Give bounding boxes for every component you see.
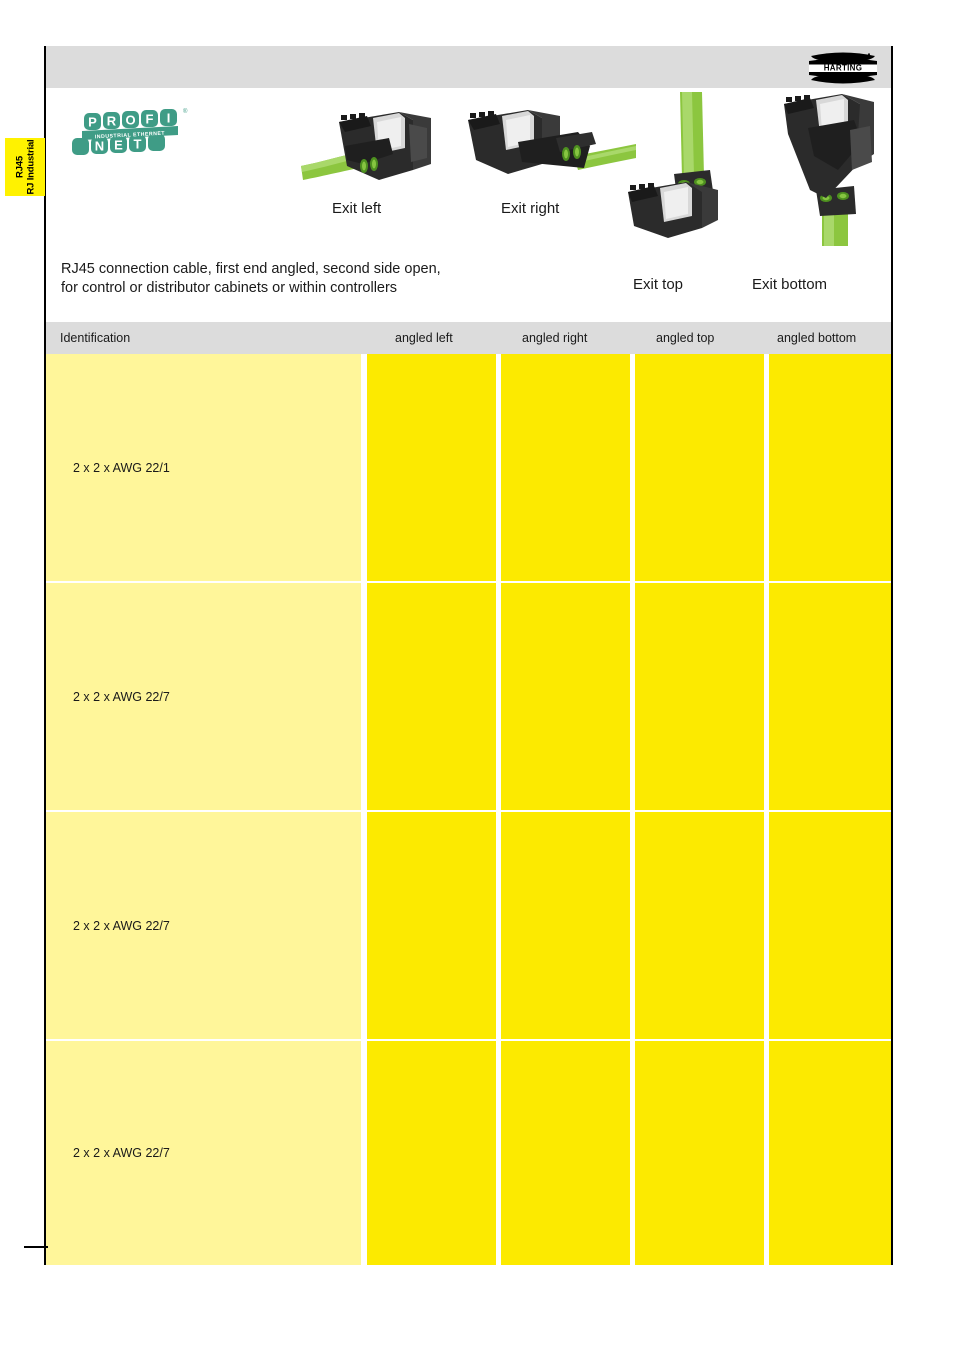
table-row[interactable]: 2 x 2 x AWG 22/1 [46, 354, 891, 581]
cell-angled-top[interactable] [635, 812, 764, 1039]
svg-text:O: O [125, 113, 135, 128]
cell-angled-bottom[interactable] [769, 812, 891, 1039]
profinet-logo: P R O F I N E T INDUSTRIAL ETHERNET ® [70, 105, 198, 161]
product-description: RJ45 connection cable, first end angled,… [61, 260, 441, 298]
svg-text:N: N [95, 139, 104, 154]
column-header-angled-bottom: angled bottom [777, 331, 857, 345]
svg-text:®: ® [183, 108, 188, 115]
cell-identification: 2 x 2 x AWG 22/7 [46, 583, 361, 810]
connector-label-exit-left: Exit left [332, 200, 382, 217]
column-header-angled-top: angled top [656, 331, 715, 345]
table-header-row: Identification angled left angled right … [46, 322, 891, 354]
connector-image-exit-left [301, 104, 461, 194]
cell-angled-bottom[interactable] [769, 354, 891, 581]
connector-image-exit-top [624, 92, 774, 242]
cell-identification-text: 2 x 2 x AWG 22/7 [73, 1146, 170, 1160]
column-header-angled-right: angled right [522, 331, 588, 345]
svg-text:P: P [88, 115, 97, 130]
cell-angled-right[interactable] [501, 1041, 630, 1265]
cell-angled-right[interactable] [501, 812, 630, 1039]
table-body: 2 x 2 x AWG 22/1 2 x 2 x AWG 22/7 2 x 2 … [46, 354, 891, 1265]
svg-text:R: R [107, 114, 117, 129]
cell-identification: 2 x 2 x AWG 22/7 [46, 812, 361, 1039]
product-showcase: P R O F I N E T INDUSTRIAL ETHERNET ® Ex… [46, 88, 891, 322]
product-description-line-2: for control or distributor cabinets or w… [61, 280, 398, 296]
cell-angled-right[interactable] [501, 354, 630, 581]
cell-angled-right[interactable] [501, 583, 630, 810]
cell-angled-left[interactable] [367, 583, 496, 810]
side-tab-line-1: RJ45 [14, 156, 26, 178]
cell-identification: 2 x 2 x AWG 22/7 [46, 1041, 361, 1265]
cell-angled-top[interactable] [635, 583, 764, 810]
page-bottom-mark [24, 1246, 48, 1248]
table-row[interactable]: 2 x 2 x AWG 22/7 [46, 812, 891, 1039]
cell-angled-bottom[interactable] [769, 1041, 891, 1265]
cell-angled-left[interactable] [367, 812, 496, 1039]
svg-text:T: T [134, 137, 142, 152]
svg-text:HARTING: HARTING [824, 64, 863, 73]
side-tab-line-2: RJ Industrial [25, 139, 37, 195]
cell-identification-text: 2 x 2 x AWG 22/7 [73, 689, 170, 704]
cell-identification-text: 2 x 2 x AWG 22/7 [73, 918, 170, 933]
svg-text:F: F [146, 112, 154, 127]
table-row[interactable]: 2 x 2 x AWG 22/7 [46, 583, 891, 810]
cell-identification-text: 2 x 2 x AWG 22/1 [73, 460, 170, 475]
cell-angled-top[interactable] [635, 1041, 764, 1265]
connector-label-exit-right: Exit right [501, 200, 560, 217]
page-header-band: HARTING [46, 46, 891, 88]
svg-text:E: E [114, 138, 123, 153]
column-header-angled-left: angled left [395, 331, 453, 345]
connector-label-exit-top: Exit top [633, 276, 684, 293]
cell-angled-bottom[interactable] [769, 583, 891, 810]
cell-angled-left[interactable] [367, 1041, 496, 1265]
column-header-identification: Identification [60, 331, 131, 345]
connector-label-exit-bottom: Exit bottom [752, 276, 828, 293]
svg-text:I: I [167, 111, 171, 126]
connector-image-exit-right [456, 102, 636, 192]
harting-logo: HARTING [805, 52, 881, 84]
cell-identification: 2 x 2 x AWG 22/1 [46, 354, 361, 581]
side-index-tab: RJ45 RJ Industrial [5, 138, 45, 196]
cell-angled-left[interactable] [367, 354, 496, 581]
product-description-line-1: RJ45 connection cable, first end angled,… [61, 261, 441, 277]
catalog-page: RJ45 RJ Industrial HARTING P R O F I N E… [0, 0, 954, 1350]
connector-image-exit-bottom [764, 86, 914, 246]
cell-angled-top[interactable] [635, 354, 764, 581]
table-row[interactable]: 2 x 2 x AWG 22/7 [46, 1041, 891, 1265]
side-index-tab-label: RJ45 RJ Industrial [14, 140, 36, 195]
